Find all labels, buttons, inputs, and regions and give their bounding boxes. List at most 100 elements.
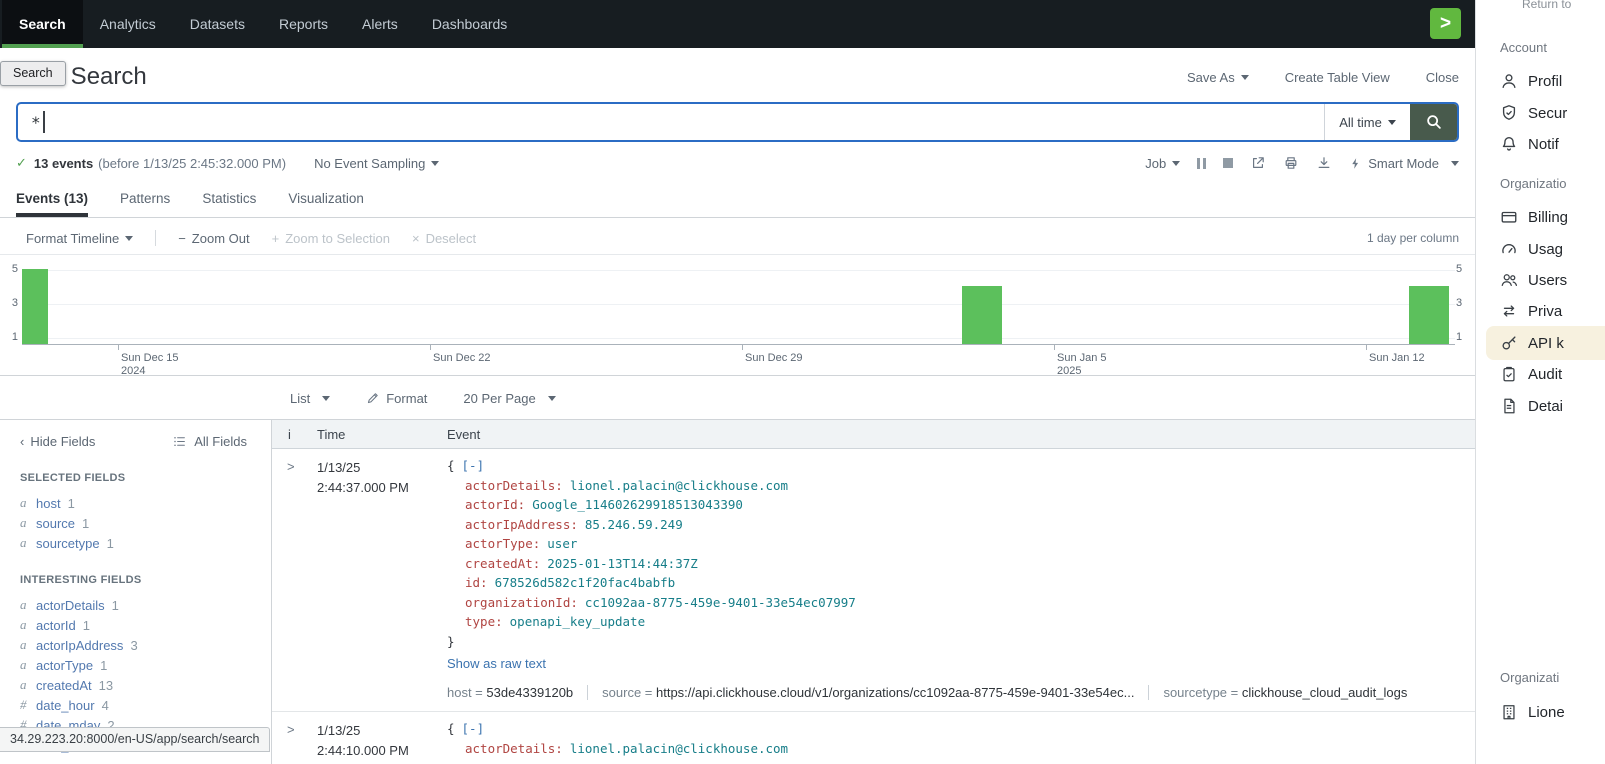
export-icon[interactable] bbox=[1316, 155, 1332, 171]
gridline bbox=[22, 270, 1455, 271]
field-item-source[interactable]: asource1 bbox=[20, 513, 271, 533]
search-mode-dropdown[interactable]: Smart Mode bbox=[1349, 156, 1459, 171]
host-value[interactable]: 53de4339120b bbox=[486, 685, 573, 700]
nav-item-search[interactable]: Search bbox=[2, 0, 83, 48]
field-item-host[interactable]: ahost1 bbox=[20, 493, 271, 513]
chevron-down-icon bbox=[322, 396, 330, 401]
sourcetype-value[interactable]: clickhouse_cloud_audit_logs bbox=[1242, 685, 1408, 700]
chevron-down-icon bbox=[1451, 161, 1459, 166]
chevron-down-icon bbox=[1388, 120, 1396, 125]
event-cell: {[-] actorDetails:lionel.palacin@clickho… bbox=[447, 456, 1475, 700]
pencil-icon bbox=[366, 391, 380, 405]
header-event-column: Event bbox=[447, 427, 1475, 442]
share-icon[interactable] bbox=[1250, 155, 1266, 171]
timeline-plot-area: Sun Dec 152024 Sun Dec 22 Sun Dec 29 Sun… bbox=[22, 255, 1455, 345]
show-raw-text-link[interactable]: Show as raw text bbox=[447, 656, 546, 671]
create-table-view-button[interactable]: Create Table View bbox=[1285, 70, 1390, 85]
menu-item-audit[interactable]: Audit bbox=[1500, 363, 1562, 385]
x-icon: × bbox=[412, 231, 420, 246]
nav-item-analytics[interactable]: Analytics bbox=[83, 0, 173, 48]
tab-visualization[interactable]: Visualization bbox=[288, 183, 364, 217]
timeline-bar[interactable] bbox=[962, 286, 1002, 344]
collapse-json-link[interactable]: [-] bbox=[462, 458, 485, 473]
menu-item-users[interactable]: Users bbox=[1500, 269, 1567, 291]
search-button[interactable] bbox=[1410, 104, 1457, 140]
nav-item-datasets[interactable]: Datasets bbox=[173, 0, 262, 48]
document-icon bbox=[1500, 397, 1518, 415]
page-header: New Search Save As Create Table View Clo… bbox=[16, 58, 1459, 96]
list-view-dropdown[interactable]: List bbox=[290, 391, 330, 406]
splunk-logo-icon[interactable]: > bbox=[1430, 8, 1461, 39]
menu-item-organization-lionel[interactable]: Lione bbox=[1500, 701, 1565, 723]
stop-icon[interactable] bbox=[1223, 158, 1233, 168]
deselect-button[interactable]: ×Deselect bbox=[412, 231, 476, 246]
format-button[interactable]: Format bbox=[366, 391, 427, 406]
expand-row-button[interactable]: > bbox=[272, 719, 317, 737]
event-time: 1/13/252:44:10.000 PM bbox=[317, 719, 447, 761]
zoom-out-button[interactable]: −Zoom Out bbox=[178, 231, 249, 246]
return-to-link[interactable]: Return to bbox=[1522, 0, 1571, 11]
timeline-bar[interactable] bbox=[22, 269, 48, 344]
field-item-sourcetype[interactable]: asourcetype1 bbox=[20, 533, 271, 553]
menu-item-details[interactable]: Detai bbox=[1500, 395, 1563, 417]
nav-item-dashboards[interactable]: Dashboards bbox=[415, 0, 525, 48]
menu-item-api-keys[interactable]: API k bbox=[1500, 332, 1564, 354]
timeline-bar[interactable] bbox=[1409, 286, 1449, 344]
chevron-down-icon bbox=[125, 236, 133, 241]
per-page-dropdown[interactable]: 20 Per Page bbox=[463, 391, 555, 406]
search-input[interactable]: * bbox=[18, 104, 1324, 140]
chevron-down-icon bbox=[431, 161, 439, 166]
menu-item-billing[interactable]: Billing bbox=[1500, 206, 1568, 228]
field-item-createdAt[interactable]: acreatedAt13 bbox=[20, 675, 271, 695]
shield-check-icon bbox=[1500, 104, 1518, 122]
menu-item-profile[interactable]: Profil bbox=[1500, 70, 1562, 92]
y-axis-label: 5 bbox=[4, 263, 18, 275]
job-status-row: ✓ 13 events (before 1/13/25 2:45:32.000 … bbox=[16, 149, 1459, 177]
field-item-actorDetails[interactable]: aactorDetails1 bbox=[20, 595, 271, 615]
hide-fields-button[interactable]: ‹Hide Fields bbox=[20, 434, 95, 449]
close-button[interactable]: Close bbox=[1426, 70, 1459, 85]
format-timeline-dropdown[interactable]: Format Timeline bbox=[26, 231, 133, 246]
account-section-title: Account bbox=[1500, 40, 1547, 55]
tab-statistics[interactable]: Statistics bbox=[202, 183, 256, 217]
zoom-to-selection-button[interactable]: +Zoom to Selection bbox=[272, 231, 390, 246]
field-item-actorIpAddress[interactable]: aactorIpAddress3 bbox=[20, 635, 271, 655]
events-count: 13 events bbox=[34, 156, 93, 171]
divider bbox=[155, 230, 156, 246]
save-as-button[interactable]: Save As bbox=[1187, 70, 1249, 85]
gridline bbox=[22, 338, 1455, 339]
tab-patterns[interactable]: Patterns bbox=[120, 183, 170, 217]
time-range-picker[interactable]: All time bbox=[1324, 104, 1410, 140]
menu-item-usage[interactable]: Usag bbox=[1500, 238, 1563, 260]
bell-icon bbox=[1500, 135, 1518, 153]
organizations-section-title: Organizati bbox=[1500, 670, 1559, 685]
tab-events[interactable]: Events (13) bbox=[16, 183, 88, 217]
users-icon bbox=[1500, 271, 1518, 289]
collapse-json-link[interactable]: [-] bbox=[462, 721, 485, 736]
field-item-actorType[interactable]: aactorType1 bbox=[20, 655, 271, 675]
menu-item-notifications[interactable]: Notif bbox=[1500, 133, 1559, 155]
pause-icon[interactable] bbox=[1197, 158, 1206, 169]
source-value[interactable]: https://api.clickhouse.cloud/v1/organiza… bbox=[656, 685, 1134, 700]
x-axis-label: Sun Dec 29 bbox=[745, 352, 802, 365]
field-item-date-hour[interactable]: #date_hour4 bbox=[20, 695, 271, 715]
organization-section-title: Organizatio bbox=[1500, 176, 1566, 191]
nav-item-alerts[interactable]: Alerts bbox=[345, 0, 415, 48]
print-icon[interactable] bbox=[1283, 155, 1299, 171]
search-icon bbox=[1425, 113, 1443, 131]
job-menu[interactable]: Job bbox=[1145, 156, 1180, 171]
x-axis-label: Sun Dec 22 bbox=[433, 352, 490, 365]
expand-row-button[interactable]: > bbox=[272, 456, 317, 474]
minus-icon: − bbox=[178, 231, 186, 246]
result-tabs: Events (13) Patterns Statistics Visualiz… bbox=[0, 183, 1475, 218]
gridline bbox=[22, 304, 1455, 305]
field-item-actorId[interactable]: aactorId1 bbox=[20, 615, 271, 635]
header-info-column: i bbox=[272, 427, 317, 442]
menu-item-private[interactable]: Priva bbox=[1500, 300, 1562, 322]
all-fields-button[interactable]: All Fields bbox=[172, 434, 247, 449]
event-sampling-dropdown[interactable]: No Event Sampling bbox=[314, 156, 439, 171]
menu-item-security[interactable]: Secur bbox=[1500, 102, 1567, 124]
browser-status-url: 34.29.223.20:8000/en-US/app/search/searc… bbox=[0, 727, 270, 752]
nav-item-reports[interactable]: Reports bbox=[262, 0, 345, 48]
x-tick bbox=[1366, 345, 1367, 350]
